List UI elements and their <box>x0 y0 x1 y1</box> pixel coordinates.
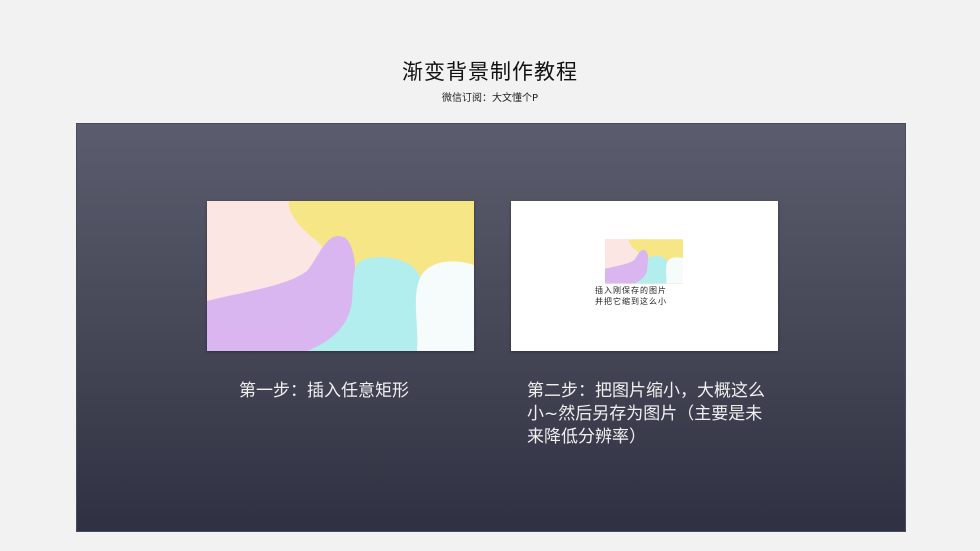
slide-panel: 插入刚保存的图片 并把它缩到这么小 第一步：插入任意矩形 第二步：把图片缩小，大… <box>76 123 906 532</box>
thumbnail-text-line1: 插入刚保存的图片 <box>595 286 667 295</box>
step1-caption: 第一步：插入任意矩形 <box>239 381 409 401</box>
blob-white <box>415 261 474 351</box>
step1-image-card <box>207 201 474 351</box>
blob-artwork <box>207 201 474 351</box>
step2-caption: 第二步：把图片缩小，大概这么小~然后另存为图片（主要是未来降低分辨率） <box>527 381 765 447</box>
thumbnail-text-line2: 并把它缩到这么小 <box>595 297 667 306</box>
thumbnail-blob-artwork <box>605 239 683 284</box>
step2-image-card: 插入刚保存的图片 并把它缩到这么小 <box>511 201 778 351</box>
page-title: 渐变背景制作教程 <box>402 60 578 84</box>
page-subtitle: 微信订阅：大文懂个P <box>441 93 539 104</box>
thumbnail-image <box>605 239 683 284</box>
thumbnail-instructions: 插入刚保存的图片 并把它缩到这么小 <box>595 285 695 307</box>
